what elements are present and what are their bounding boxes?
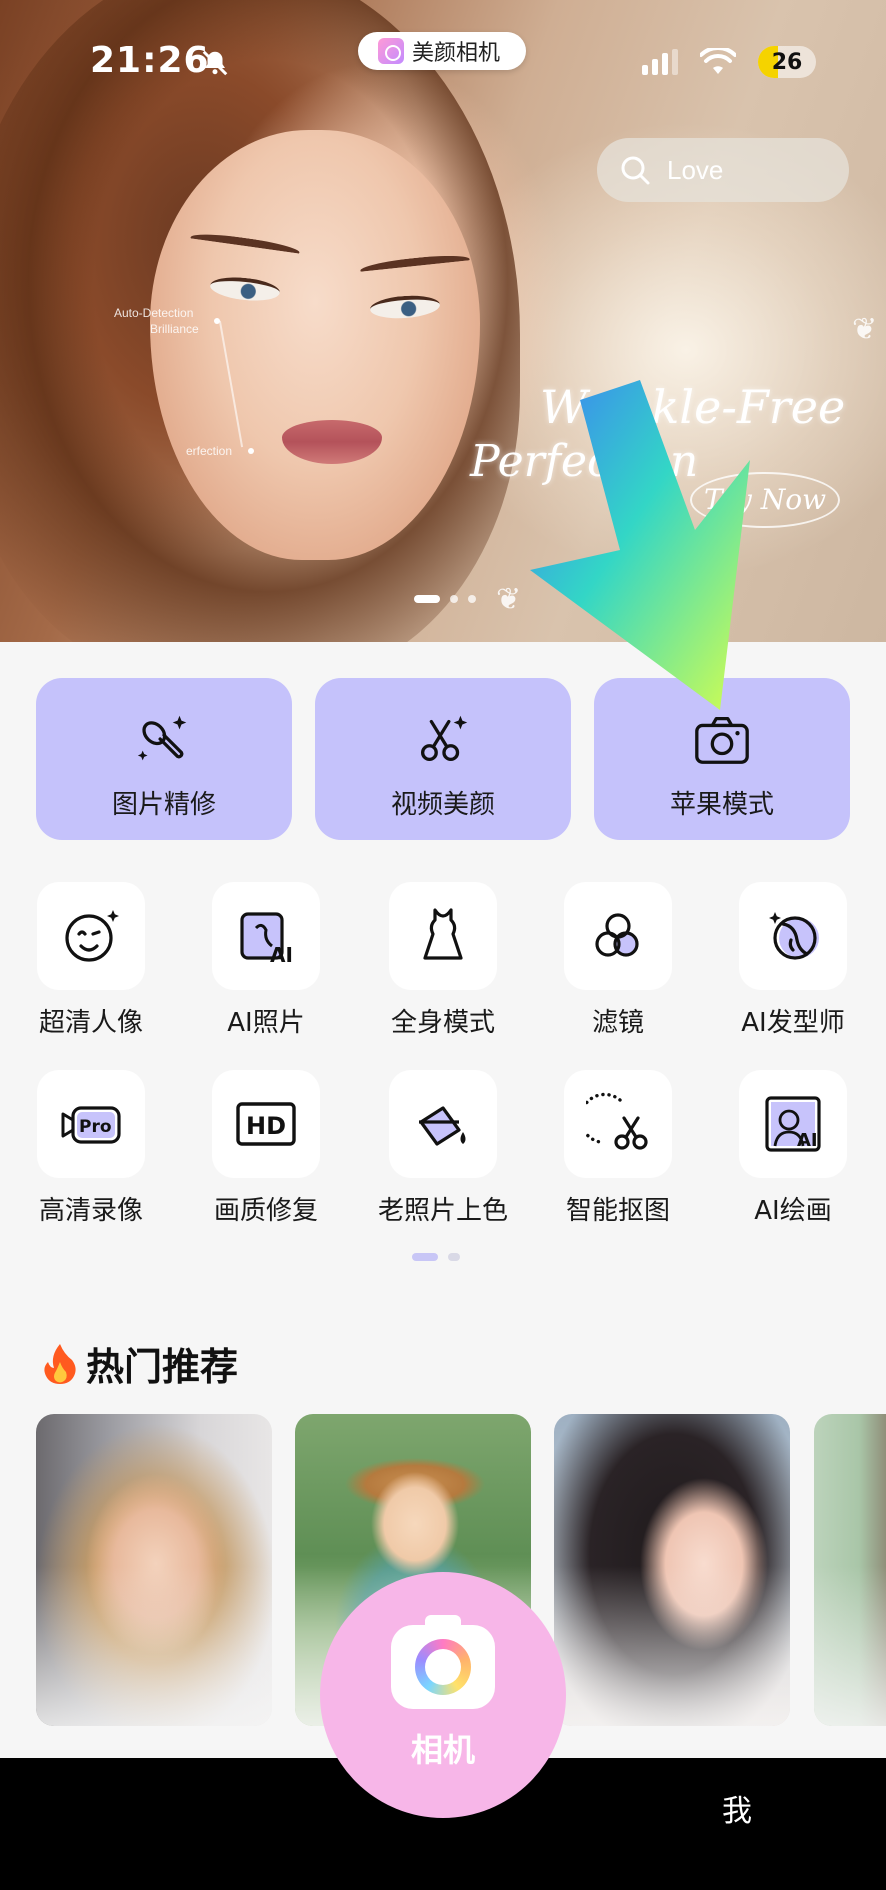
signal-icon — [642, 49, 678, 75]
search-input[interactable]: Love — [597, 138, 849, 202]
search-placeholder: Love — [667, 154, 724, 185]
tool-tile — [389, 882, 497, 990]
card-fade — [36, 1566, 272, 1726]
card-photo-retouch[interactable]: 图片精修 — [36, 678, 292, 840]
page-dot — [448, 1253, 460, 1261]
tool-quality-restore[interactable]: HD 画质修复 — [196, 1070, 336, 1227]
banner-face — [150, 130, 480, 560]
tool-label: 全身模式 — [390, 1008, 495, 1038]
bell-muted-icon — [202, 50, 228, 76]
tool-full-body[interactable]: 全身模式 — [373, 882, 513, 1039]
camera-button[interactable]: 相机 — [320, 1572, 566, 1818]
ai-painting-icon: AI — [765, 1096, 821, 1152]
banner-annotation-1: Auto-Detection — [114, 306, 194, 320]
carousel-dot — [450, 595, 458, 603]
svg-text:AI: AI — [270, 943, 293, 967]
tool-label: AI照片 — [227, 1008, 305, 1038]
hot-item-card[interactable] — [36, 1414, 272, 1726]
smile-face-icon — [65, 910, 119, 962]
pro-video-icon: Pro — [61, 1106, 121, 1144]
page-dot-active — [412, 1253, 438, 1261]
makeup-brush-icon — [137, 715, 187, 761]
banner-annotation-3: erfection — [186, 444, 233, 458]
nav-me-tab[interactable]: 我 — [722, 1786, 752, 1830]
status-time: 21:26 — [90, 40, 210, 81]
tool-tile — [564, 1070, 672, 1178]
tool-tile — [564, 882, 672, 990]
app-name: 美颜相机 — [412, 41, 501, 66]
tool-ai-painting[interactable]: AI AI绘画 — [723, 1070, 863, 1227]
butterfly-icon: ❦ — [496, 582, 522, 617]
tool-hd-portrait[interactable]: 超清人像 — [21, 882, 161, 1039]
hot-section-title: 热门推荐 — [40, 1336, 238, 1391]
tool-smart-cutout[interactable]: 智能抠图 — [548, 1070, 688, 1227]
status-right: 26 — [642, 46, 816, 78]
tool-hd-video[interactable]: Pro 高清录像 — [21, 1070, 161, 1227]
battery-level: 26 — [771, 49, 803, 75]
tool-label: AI绘画 — [754, 1196, 832, 1226]
tool-label: AI发型师 — [741, 1008, 845, 1038]
fire-icon — [44, 1343, 76, 1384]
camera-lens-icon — [415, 1639, 471, 1695]
tool-tile: AI — [212, 882, 320, 990]
banner-annotation-2: Brilliance — [150, 322, 199, 336]
tool-label: 高清录像 — [38, 1196, 143, 1226]
app-indicator-pill[interactable]: 美颜相机 — [358, 32, 526, 70]
hot-item-card[interactable] — [814, 1414, 886, 1726]
hd-icon: HD — [236, 1102, 296, 1146]
camera-app-icon — [391, 1615, 495, 1709]
banner-carousel-dots — [414, 595, 476, 603]
dress-icon — [423, 908, 463, 960]
tool-filter[interactable]: 滤镜 — [548, 882, 688, 1039]
battery-indicator: 26 — [758, 46, 816, 78]
card-fade — [554, 1566, 790, 1726]
tool-tile — [37, 882, 145, 990]
paint-bucket-icon — [419, 1106, 466, 1146]
pointer-arrow-overlay — [530, 380, 750, 710]
carousel-dot — [468, 595, 476, 603]
banner-annotation-dot-2 — [248, 448, 254, 454]
carousel-dot-active — [414, 595, 440, 603]
svg-text:HD: HD — [246, 1112, 286, 1140]
tool-tile: Pro — [37, 1070, 145, 1178]
card-label: 图片精修 — [111, 790, 216, 820]
tool-tile: AI — [739, 1070, 847, 1178]
tool-tile — [389, 1070, 497, 1178]
tool-label: 画质修复 — [213, 1196, 318, 1226]
tool-label: 超清人像 — [38, 1008, 143, 1038]
tool-old-photo-colorize[interactable]: 老照片上色 — [373, 1070, 513, 1227]
tool-label: 智能抠图 — [565, 1196, 670, 1226]
cutout-scissors-icon — [586, 1092, 648, 1150]
wifi-icon — [700, 48, 736, 74]
app-logo-icon — [378, 38, 404, 64]
camera-button-label: 相机 — [410, 1731, 475, 1769]
tool-page-indicator — [412, 1253, 460, 1261]
card-label: 视频美颜 — [390, 790, 495, 820]
svg-text:Pro: Pro — [79, 1117, 112, 1137]
tool-ai-photo[interactable]: AI AI照片 — [196, 882, 336, 1039]
card-label: 苹果模式 — [669, 790, 774, 820]
ai-photo-icon: AI — [240, 912, 293, 967]
filter-circles-icon — [595, 913, 639, 957]
search-icon — [621, 156, 650, 185]
tool-ai-hair-stylist[interactable]: AI发型师 — [723, 882, 863, 1039]
video-scissors-icon — [421, 715, 468, 761]
tool-tile — [739, 882, 847, 990]
svg-text:AI: AI — [797, 1130, 818, 1151]
hair-stylist-icon — [769, 912, 819, 960]
card-fade — [814, 1566, 886, 1726]
hot-item-card[interactable] — [554, 1414, 790, 1726]
tool-label: 滤镜 — [591, 1008, 644, 1038]
tool-tile: HD — [212, 1070, 320, 1178]
butterfly-icon: ❦ — [852, 312, 878, 347]
tool-label: 老照片上色 — [377, 1196, 508, 1226]
hot-section-label: 热门推荐 — [86, 1345, 239, 1389]
